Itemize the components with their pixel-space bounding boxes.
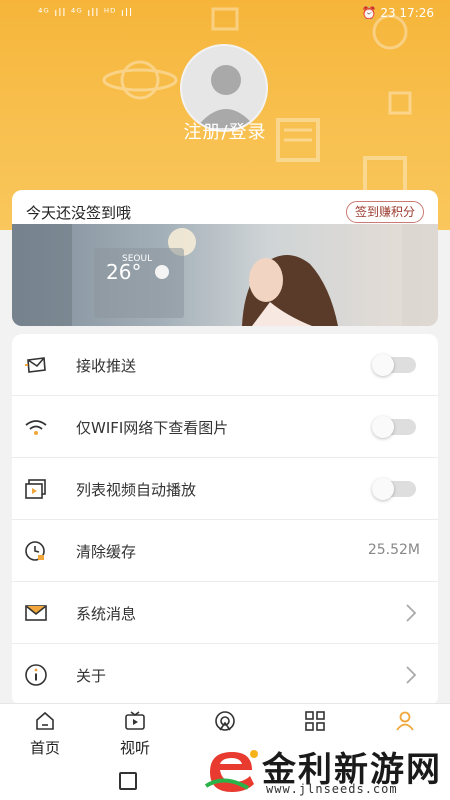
toggle-knob: [372, 354, 394, 376]
setting-row-push[interactable]: 接收推送: [12, 334, 438, 396]
setting-row-autoplay[interactable]: 列表视频自动播放: [12, 458, 438, 520]
setting-row-clear-cache[interactable]: 清除缓存 25.52M: [12, 520, 438, 582]
clock-clear-icon: [25, 541, 45, 561]
push-toggle[interactable]: [372, 354, 416, 376]
video-play-icon: [25, 479, 46, 499]
setting-row-wifi-images[interactable]: 仅WIFI网络下查看图片: [12, 396, 438, 458]
envelope-send-icon: [25, 357, 46, 373]
tv-icon: [125, 711, 145, 730]
watermark-url: www.jlnseeds.com: [266, 782, 398, 796]
setting-label: 列表视频自动播放: [76, 481, 197, 499]
setting-row-about[interactable]: 关于: [12, 644, 438, 706]
broadcast-icon: [215, 711, 235, 731]
setting-label: 清除缓存: [76, 543, 137, 561]
star-decoration-icon: [388, 91, 412, 115]
status-time: ⏰ 23 17:26: [361, 6, 434, 20]
wifi-icon: [25, 420, 47, 435]
promo-banner[interactable]: SEOUL 26°: [12, 224, 438, 326]
settings-list: 接收推送 仅WIFI网络下查看图片 列表视频自动播放 清除缓存 25.52M 系…: [12, 334, 438, 706]
setting-label: 仅WIFI网络下查看图片: [76, 419, 229, 437]
status-bar: ⁴ᴳ ıll ⁴ᴳ ıll ᴴᴰ ıll ⏰ 23 17:26: [0, 0, 450, 28]
autoplay-toggle[interactable]: [372, 478, 416, 500]
toggle-knob: [372, 478, 394, 500]
home-icon: [36, 711, 54, 730]
toggle-knob: [372, 416, 394, 438]
tab-label: 首页: [29, 739, 60, 757]
chevron-right-icon: [406, 604, 417, 622]
banner-image: [12, 224, 438, 326]
wifi-images-toggle[interactable]: [372, 416, 416, 438]
tab-label: 视听: [119, 739, 150, 757]
checkin-button[interactable]: 签到赚积分: [345, 201, 424, 223]
setting-label: 系统消息: [76, 605, 137, 623]
checkin-card: 今天还没签到哦 签到赚积分 SEOUL 26°: [12, 190, 438, 326]
setting-label: 关于: [76, 667, 107, 685]
setting-label: 接收推送: [76, 357, 137, 375]
banner-temperature: 26°: [106, 260, 142, 284]
site-watermark: 金利新游网 www.jlnseeds.com: [200, 736, 450, 800]
tab-video[interactable]: 视听: [90, 704, 180, 766]
setting-row-system-messages[interactable]: 系统消息: [12, 582, 438, 644]
mail-icon: [25, 605, 47, 621]
chevron-right-icon: [406, 666, 417, 684]
watermark-logo-icon: [204, 750, 258, 792]
grid-icon: [305, 711, 325, 731]
info-icon: [25, 664, 47, 686]
login-register-link[interactable]: 注册/登录: [0, 118, 450, 144]
profile-icon: [396, 711, 414, 731]
cache-size: 25.52M: [367, 542, 420, 558]
signal-indicators: ⁴ᴳ ıll ⁴ᴳ ıll ᴴᴰ ıll: [38, 6, 134, 19]
recent-apps-button[interactable]: [119, 772, 137, 790]
checkin-status-text: 今天还没签到哦: [26, 204, 132, 222]
tab-home[interactable]: 首页: [0, 704, 90, 766]
planet-decoration-icon: [102, 60, 178, 100]
